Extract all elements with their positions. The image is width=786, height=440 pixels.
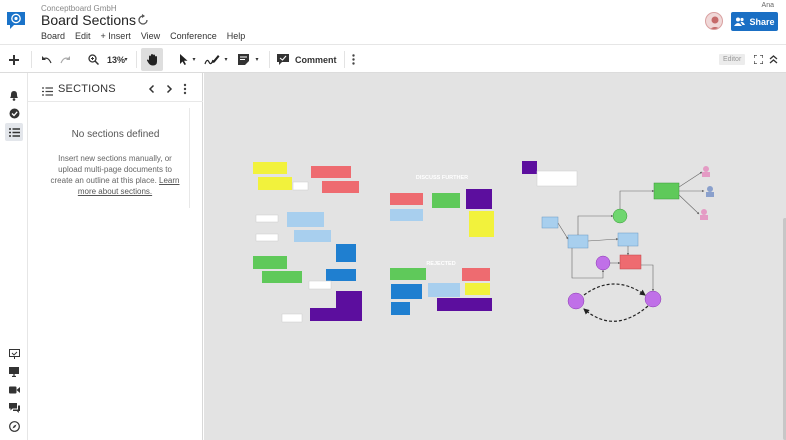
- select-tool-button[interactable]: [176, 45, 190, 74]
- toolbar-divider: [269, 51, 270, 68]
- previous-section-button[interactable]: [146, 82, 158, 94]
- comment-label: Comment: [295, 54, 337, 65]
- user-name: Ana: [761, 2, 774, 9]
- left-rail: [0, 73, 28, 440]
- mode-badge: Editor: [719, 54, 746, 65]
- chevron-double-up-icon: [769, 55, 777, 64]
- sync-icon: [137, 13, 149, 25]
- flow-diagram[interactable]: [522, 161, 714, 322]
- more-vertical-icon: [351, 54, 355, 65]
- share-label: Share: [749, 16, 775, 27]
- select-dropdown-icon[interactable]: ▾: [190, 45, 198, 74]
- monitor-icon: [9, 367, 19, 377]
- list-icon: [42, 83, 53, 101]
- board-title[interactable]: Board Sections: [41, 12, 136, 28]
- toolbar-divider: [136, 51, 137, 68]
- menu-conference[interactable]: Conference: [170, 31, 217, 41]
- empty-state-title: No sections defined: [71, 129, 160, 140]
- sections-panel: SECTIONS No sections defined Insert new …: [28, 73, 203, 440]
- redo-icon: [60, 55, 70, 63]
- chevron-left-icon: [148, 84, 155, 94]
- tasks-button[interactable]: [5, 104, 23, 122]
- sections-button[interactable]: [5, 123, 23, 141]
- menu-view[interactable]: View: [141, 31, 160, 41]
- section-label-rejected: REJECTED: [426, 261, 455, 267]
- navigator-button[interactable]: [5, 417, 23, 435]
- presentation-button[interactable]: [5, 345, 23, 363]
- more-vertical-icon: [183, 83, 187, 95]
- comment-button[interactable]: Comment: [277, 45, 339, 74]
- empty-state-text: Insert new sections manually, or upload …: [50, 153, 180, 197]
- menu-help[interactable]: Help: [227, 31, 246, 41]
- more-tools-button[interactable]: [347, 45, 359, 74]
- screen-share-button[interactable]: [5, 363, 23, 381]
- redo-button[interactable]: [57, 45, 73, 74]
- zoom-icon: [87, 54, 99, 65]
- toolbar-divider: [31, 51, 32, 68]
- toolbar: 13% ▾ ▾ ▾ ▾ Comment Editor: [0, 44, 786, 73]
- next-section-button[interactable]: [163, 82, 175, 94]
- cursor-icon: [179, 54, 187, 65]
- sections-more-button[interactable]: [183, 82, 191, 95]
- sticky-dropdown-icon[interactable]: ▾: [253, 45, 261, 74]
- app-header: Conceptboard GmbH Board Sections Board E…: [0, 0, 786, 44]
- sections-panel-title: SECTIONS: [58, 83, 116, 95]
- undo-icon: [42, 55, 52, 63]
- menu-insert[interactable]: + Insert: [101, 31, 131, 41]
- add-button[interactable]: [4, 45, 24, 74]
- hand-tool-button[interactable]: [141, 48, 163, 71]
- conceptboard-logo-icon[interactable]: [5, 9, 27, 31]
- chat-icon: [8, 403, 20, 413]
- menu-edit[interactable]: Edit: [75, 31, 91, 41]
- avatar[interactable]: [705, 12, 723, 30]
- sections-panel-header: SECTIONS: [28, 73, 203, 102]
- section-label-discuss: DISCUSS FURTHER: [416, 175, 468, 181]
- sticky-note-tool-button[interactable]: [235, 45, 251, 74]
- zoom-button[interactable]: [85, 45, 101, 74]
- video-camera-icon: [8, 386, 20, 394]
- list-icon: [8, 127, 20, 137]
- fullscreen-button[interactable]: [752, 45, 764, 74]
- zoom-dropdown-icon[interactable]: ▾: [123, 45, 129, 74]
- panel-scroll-track: [189, 108, 190, 208]
- comment-card-group-left[interactable]: [255, 181, 332, 323]
- collapse-toolbar-button[interactable]: [767, 45, 779, 74]
- hand-icon: [146, 54, 157, 66]
- pen-icon: [204, 54, 220, 64]
- video-call-button[interactable]: [5, 381, 23, 399]
- menu-board[interactable]: Board: [41, 31, 65, 41]
- notifications-button[interactable]: [5, 86, 23, 104]
- menu-bar: Board Edit + Insert View Conference Help: [41, 31, 245, 41]
- chat-button[interactable]: [5, 399, 23, 417]
- bell-icon: [10, 90, 18, 101]
- compass-icon: [8, 420, 20, 432]
- board-content: DISCUSS FURTHER REJECTED: [253, 161, 714, 323]
- pen-dropdown-icon[interactable]: ▾: [222, 45, 230, 74]
- toolbar-divider: [344, 51, 345, 68]
- plus-icon: [9, 54, 19, 65]
- undo-button[interactable]: [39, 45, 55, 74]
- presentation-icon: [8, 349, 20, 359]
- board-canvas[interactable]: DISCUSS FURTHER REJECTED: [204, 73, 786, 440]
- sticky-note-icon: [237, 54, 249, 65]
- pen-tool-button[interactable]: [203, 45, 221, 74]
- check-circle-icon: [9, 108, 19, 118]
- sticky-note-group-middle[interactable]: [390, 189, 494, 315]
- share-button[interactable]: Share: [731, 12, 778, 31]
- empty-state-description: Insert new sections manually, or upload …: [50, 154, 172, 185]
- chevron-right-icon: [166, 84, 173, 94]
- users-icon: [734, 17, 746, 26]
- comment-icon: [277, 54, 289, 65]
- fullscreen-icon: [753, 55, 763, 64]
